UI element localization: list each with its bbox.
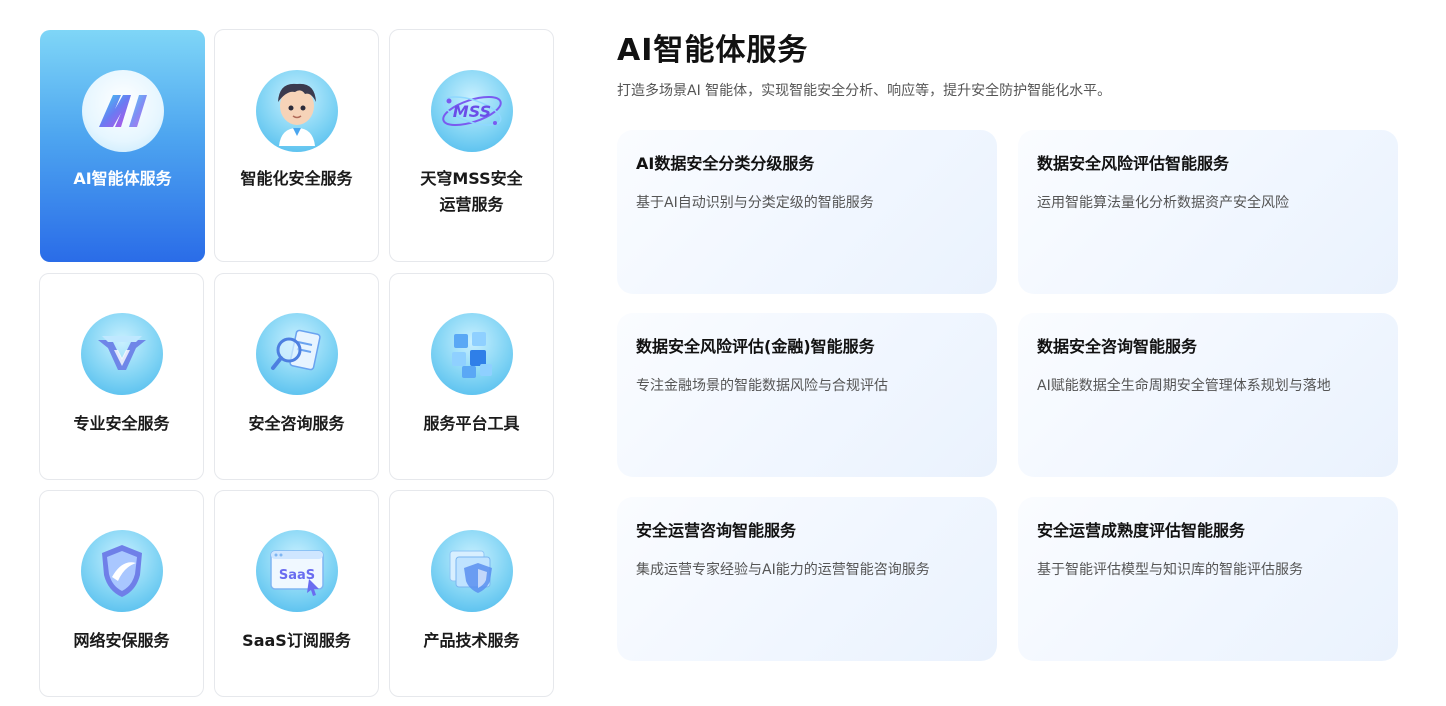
service-card[interactable]: 安全运营成熟度评估智能服务 基于智能评估模型与知识库的智能评估服务 (1018, 497, 1398, 661)
tile-label: 服务平台工具 (423, 414, 520, 433)
card-title: 安全运营咨询智能服务 (636, 521, 797, 540)
mss-icon: MSS (430, 70, 513, 152)
card-description: AI赋能数据全生命周期安全管理体系规划与落地 (1037, 378, 1331, 394)
card-title: 安全运营成熟度评估智能服务 (1037, 521, 1246, 540)
ai-agent-icon (81, 70, 164, 152)
tile-label: SaaS订阅服务 (242, 631, 351, 650)
card-title: 数据安全风险评估(金融)智能服务 (636, 337, 875, 356)
tile-product-technical-service[interactable]: 产品技术服务 (389, 490, 554, 697)
tile-saas-subscription-service[interactable]: SaaS SaaS订阅服务 (214, 490, 379, 697)
card-description: 基于智能评估模型与知识库的智能评估服务 (1037, 562, 1303, 578)
service-card[interactable]: 安全运营咨询智能服务 集成运营专家经验与AI能力的运营智能咨询服务 (617, 497, 997, 661)
tile-label: 产品技术服务 (423, 631, 520, 650)
page-title: AI智能体服务 (617, 33, 809, 68)
tile-label: 安全咨询服务 (248, 414, 345, 433)
tile-label: 天穹MSS安全 运营服务 (407, 166, 537, 218)
card-description: 运用智能算法量化分析数据资产安全风险 (1037, 195, 1289, 211)
tile-label-line2: 运营服务 (439, 195, 504, 214)
shield-wings-icon (80, 313, 163, 395)
page-subtitle: 打造多场景AI 智能体，实现智能安全分析、响应等，提升安全防护智能化水平。 (617, 83, 1112, 99)
tile-professional-security-service[interactable]: 专业安全服务 (39, 273, 204, 480)
service-card[interactable]: AI数据安全分类分级服务 基于AI自动识别与分类定级的智能服务 (617, 130, 997, 294)
avatar-icon (255, 70, 338, 152)
tile-label: 网络安保服务 (73, 631, 170, 650)
service-card[interactable]: 数据安全风险评估智能服务 运用智能算法量化分析数据资产安全风险 (1018, 130, 1398, 294)
tile-ai-agent-service[interactable]: AI智能体服务 (40, 30, 205, 262)
tile-label: 专业安全服务 (73, 414, 170, 433)
svg-text:MSS: MSS (452, 102, 490, 121)
layered-shield-icon (430, 530, 513, 612)
card-description: 基于AI自动识别与分类定级的智能服务 (636, 195, 874, 211)
card-description: 专注金融场景的智能数据风险与合规评估 (636, 378, 888, 394)
tile-intelligent-security-service[interactable]: 智能化安全服务 (214, 29, 379, 262)
shield-icon (80, 530, 163, 612)
magnifier-document-icon (255, 313, 338, 395)
tile-label: 智能化安全服务 (240, 169, 353, 188)
tile-label-line1: 天穹MSS安全 (420, 169, 523, 188)
tile-label: AI智能体服务 (73, 169, 172, 188)
card-title: AI数据安全分类分级服务 (636, 154, 815, 173)
card-description: 集成运营专家经验与AI能力的运营智能咨询服务 (636, 562, 930, 578)
card-title: 数据安全咨询智能服务 (1037, 337, 1198, 356)
service-card[interactable]: 数据安全咨询智能服务 AI赋能数据全生命周期安全管理体系规划与落地 (1018, 313, 1398, 477)
tile-network-security-service[interactable]: 网络安保服务 (39, 490, 204, 697)
tile-service-platform-tools[interactable]: 服务平台工具 (389, 273, 554, 480)
tile-mss-operation-service[interactable]: MSS 天穹MSS安全 运营服务 (389, 29, 554, 262)
saas-window-icon: SaaS (255, 530, 338, 612)
card-title: 数据安全风险评估智能服务 (1037, 154, 1230, 173)
cubes-icon (430, 313, 513, 395)
service-card[interactable]: 数据安全风险评估(金融)智能服务 专注金融场景的智能数据风险与合规评估 (617, 313, 997, 477)
tile-security-consulting-service[interactable]: 安全咨询服务 (214, 273, 379, 480)
